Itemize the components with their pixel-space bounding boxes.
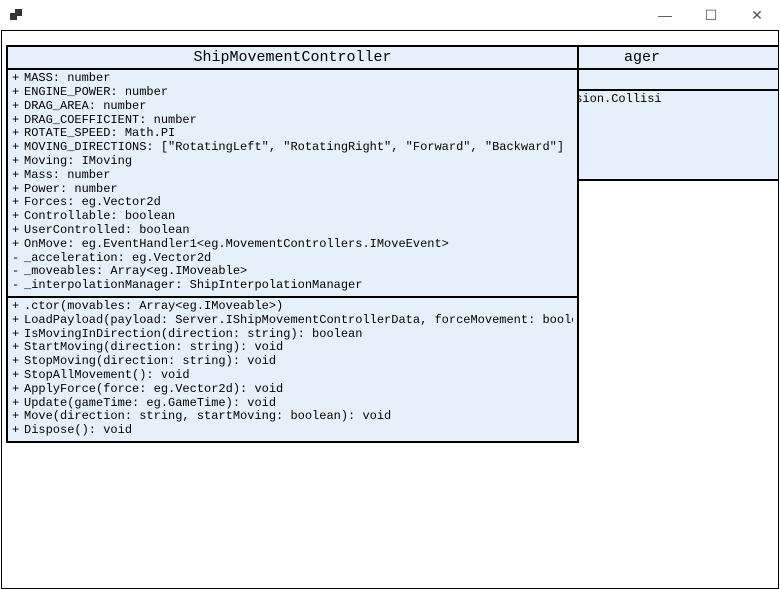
attribute-row: +DRAG_COEFFICIENT: number (12, 114, 573, 128)
attribute-row: +Moving: IMoving (12, 155, 573, 169)
operation-row: +Update(gameTime: eg.GameTime): void (12, 397, 573, 411)
minimize-button[interactable]: — (642, 0, 688, 30)
attribute-row-text: ROTATE_SPEED: Math.PI (24, 127, 175, 140)
attribute-row-text: ENGINE_POWER: number (24, 86, 168, 99)
operation-row-text: StopAllMovement(): void (24, 369, 190, 382)
operation-row-text: Move(direction: string, startMoving: boo… (24, 410, 391, 423)
class-title: ShipMovementController (8, 47, 577, 70)
maximize-button[interactable]: ☐ (688, 0, 734, 30)
attribute-row-text: DRAG_COEFFICIENT: number (24, 114, 197, 127)
attribute-row-text: Controllable: boolean (24, 210, 175, 223)
attribute-row-text: MOVING_DIRECTIONS: ["RotatingLeft", "Rot… (24, 141, 564, 154)
attribute-row-text: _moveables: Array<eg.IMoveable> (24, 265, 247, 278)
attribute-row-text: DRAG_AREA: number (24, 100, 146, 113)
visibility-marker: - (12, 265, 24, 279)
attribute-row: +Controllable: boolean (12, 210, 573, 224)
visibility-marker: + (12, 127, 24, 141)
visibility-marker: + (12, 355, 24, 369)
operation-row-text: StopMoving(direction: string): void (24, 355, 276, 368)
window-controls: — ☐ ✕ (642, 0, 780, 30)
operation-row: +LoadPayload(payload: Server.IShipMoveme… (12, 314, 573, 328)
attribute-row-text: _acceleration: eg.Vector2d (24, 252, 211, 265)
operation-row: +.ctor(movables: Array<eg.IMoveable>) (12, 300, 573, 314)
visibility-marker: + (12, 410, 24, 424)
visibility-marker: + (12, 300, 24, 314)
operation-row: +StopAllMovement(): void (12, 369, 573, 383)
attribute-row-text: Moving: IMoving (24, 155, 132, 168)
visibility-marker: + (12, 169, 24, 183)
attributes-section: +MASS: number+ENGINE_POWER: number+DRAG_… (8, 70, 577, 296)
attribute-row-text: UserControlled: boolean (24, 224, 190, 237)
visibility-marker: - (12, 252, 24, 266)
visibility-marker: + (12, 328, 24, 342)
attribute-row-text: _interpolationManager: ShipInterpolation… (24, 279, 362, 292)
operation-row-text: ApplyForce(force: eg.Vector2d): void (24, 383, 283, 396)
operation-row: +StartMoving(direction: string): void (12, 341, 573, 355)
diagram-canvas[interactable]: ager anager: eg.Collision.Collisi ShipMo… (1, 30, 779, 589)
class-name-fragment: ager (624, 49, 660, 66)
visibility-marker: + (12, 155, 24, 169)
operation-row: +ApplyForce(force: eg.Vector2d): void (12, 383, 573, 397)
attribute-row: -_moveables: Array<eg.IMoveable> (12, 265, 573, 279)
attribute-row: +Forces: eg.Vector2d (12, 196, 573, 210)
attribute-row: +DRAG_AREA: number (12, 100, 573, 114)
operation-row-text: .ctor(movables: Array<eg.IMoveable>) (24, 300, 283, 313)
visibility-marker: + (12, 424, 24, 438)
app-icon (8, 7, 24, 23)
visibility-marker: + (12, 183, 24, 197)
operation-row-text: LoadPayload(payload: Server.IShipMovemen… (24, 314, 573, 327)
attribute-row: -_interpolationManager: ShipInterpolatio… (12, 279, 573, 293)
visibility-marker: + (12, 196, 24, 210)
operation-row-text: Update(gameTime: eg.GameTime): void (24, 397, 276, 410)
attribute-row: +OnMove: eg.EventHandler1<eg.MovementCon… (12, 238, 573, 252)
operation-row-text: IsMovingInDirection(direction: string): … (24, 328, 362, 341)
attribute-row: +Mass: number (12, 169, 573, 183)
visibility-marker: + (12, 383, 24, 397)
titlebar[interactable]: — ☐ ✕ (0, 0, 780, 30)
attribute-row-text: Power: number (24, 183, 118, 196)
app-window: — ☐ ✕ ager anager: eg.Collision.Collisi … (0, 0, 780, 590)
visibility-marker: + (12, 141, 24, 155)
visibility-marker: + (12, 114, 24, 128)
visibility-marker: - (12, 279, 24, 293)
uml-class-shipmovementcontroller[interactable]: ShipMovementController +MASS: number+ENG… (6, 45, 579, 443)
operation-row: +Move(direction: string, startMoving: bo… (12, 410, 573, 424)
visibility-marker: + (12, 100, 24, 114)
visibility-marker: + (12, 314, 24, 328)
visibility-marker: + (12, 224, 24, 238)
attribute-row: -_acceleration: eg.Vector2d (12, 252, 573, 266)
visibility-marker: + (12, 72, 24, 86)
attribute-row-text: Forces: eg.Vector2d (24, 196, 161, 209)
operation-row: +IsMovingInDirection(direction: string):… (12, 328, 573, 342)
operation-row: +StopMoving(direction: string): void (12, 355, 573, 369)
operation-row: +Dispose(): void (12, 424, 573, 438)
attribute-row: +MASS: number (12, 72, 573, 86)
visibility-marker: + (12, 210, 24, 224)
visibility-marker: + (12, 369, 24, 383)
attribute-row-text: MASS: number (24, 72, 110, 85)
attribute-row: +Power: number (12, 183, 573, 197)
attribute-row: +ROTATE_SPEED: Math.PI (12, 127, 573, 141)
attribute-row-text: OnMove: eg.EventHandler1<eg.MovementCont… (24, 238, 449, 251)
attribute-row: +ENGINE_POWER: number (12, 86, 573, 100)
operations-section: +.ctor(movables: Array<eg.IMoveable>)+Lo… (8, 296, 577, 441)
visibility-marker: + (12, 341, 24, 355)
visibility-marker: + (12, 238, 24, 252)
attribute-row-text: Mass: number (24, 169, 110, 182)
operation-row-text: Dispose(): void (24, 424, 132, 437)
operation-row-text: StartMoving(direction: string): void (24, 341, 283, 354)
visibility-marker: + (12, 86, 24, 100)
visibility-marker: + (12, 397, 24, 411)
attribute-row: +MOVING_DIRECTIONS: ["RotatingLeft", "Ro… (12, 141, 573, 155)
close-button[interactable]: ✕ (734, 0, 780, 30)
attribute-row: +UserControlled: boolean (12, 224, 573, 238)
